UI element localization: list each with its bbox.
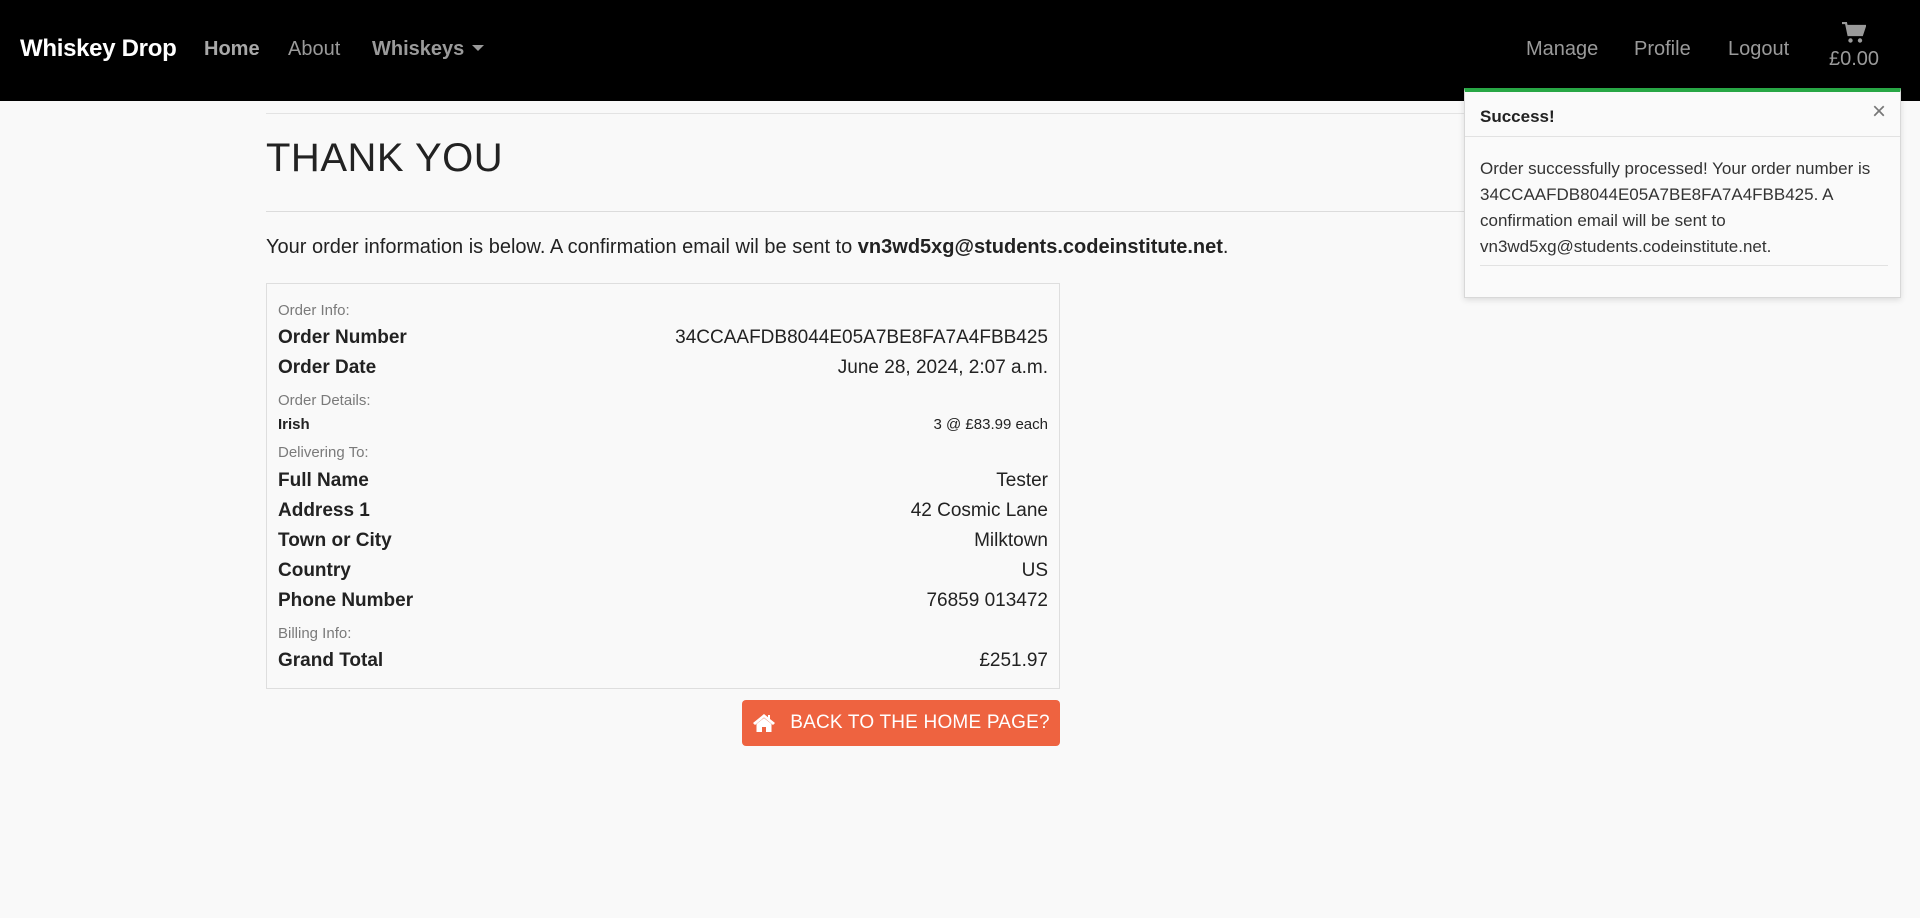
toast-title: Success!	[1480, 107, 1555, 126]
order-line-item: Irish 3 @ £83.99 each	[278, 416, 1048, 433]
order-date-value: June 28, 2024, 2:07 a.m.	[837, 357, 1048, 378]
order-number-value: 34CCAAFDB8044E05A7BE8FA7A4FBB425	[675, 327, 1048, 348]
order-info-label: Order Info:	[278, 302, 350, 319]
toast-divider	[1480, 265, 1888, 266]
full-name-value: Tester	[996, 470, 1048, 491]
page-title: THANK YOU	[266, 136, 504, 180]
back-to-home-label: BACK TO THE HOME PAGE?	[790, 712, 1050, 733]
address1-row: Address 1 42 Cosmic Lane	[278, 500, 1048, 522]
nav-manage-link[interactable]: Manage	[1526, 38, 1598, 61]
town-label: Town or City	[278, 530, 392, 551]
address1-label: Address 1	[278, 500, 370, 521]
top-navbar: Whiskey Drop Home About Whiskeys Manage …	[0, 0, 1920, 101]
order-summary-panel: Order Info: Order Number 34CCAAFDB8044E0…	[266, 283, 1060, 689]
country-row: Country US	[278, 560, 1048, 582]
delivering-label: Delivering To:	[278, 444, 369, 461]
phone-row: Phone Number 76859 013472	[278, 590, 1048, 612]
country-value: US	[1021, 560, 1048, 581]
cart-total: £0.00	[1828, 48, 1880, 70]
shopping-cart-icon	[1842, 22, 1866, 43]
line-item-qty-price: 3 @ £83.99 each	[933, 416, 1048, 433]
nav-about-link[interactable]: About	[288, 38, 340, 61]
phone-value: 76859 013472	[926, 590, 1048, 611]
order-number-row: Order Number 34CCAAFDB8044E05A7BE8FA7A4F…	[278, 327, 1048, 349]
line-item-name: Irish	[278, 416, 310, 433]
address1-value: 42 Cosmic Lane	[910, 500, 1048, 521]
toast-message: Order successfully processed! Your order…	[1480, 159, 1871, 256]
grand-total-value: £251.97	[979, 650, 1048, 671]
billing-label: Billing Info:	[278, 625, 352, 642]
town-row: Town or City Milktown	[278, 530, 1048, 552]
success-toast: Success! × Order successfully processed!…	[1464, 88, 1901, 298]
home-icon	[753, 714, 776, 732]
full-name-row: Full Name Tester	[278, 470, 1048, 492]
grand-total-row: Grand Total £251.97	[278, 650, 1048, 672]
caret-down-icon	[472, 45, 485, 51]
intro-prefix: Your order information is below. A confi…	[266, 236, 858, 258]
delivering-section: Delivering To:	[278, 444, 1048, 461]
nav-whiskeys-dropdown[interactable]: Whiskeys	[372, 38, 485, 61]
order-details-section: Order Details:	[278, 392, 1048, 409]
nav-home-link[interactable]: Home	[204, 38, 260, 61]
cart-link[interactable]: £0.00	[1826, 22, 1882, 71]
phone-label: Phone Number	[278, 590, 414, 611]
order-details-label: Order Details:	[278, 392, 371, 409]
close-icon[interactable]: ×	[1872, 100, 1886, 124]
order-number-label: Order Number	[278, 327, 407, 348]
billing-section: Billing Info:	[278, 625, 1048, 642]
title-divider	[266, 211, 1636, 212]
order-date-label: Order Date	[278, 357, 377, 378]
brand-logo-link[interactable]: Whiskey Drop	[20, 35, 177, 63]
top-divider	[266, 113, 1636, 114]
intro-text: Your order information is below. A confi…	[266, 236, 1228, 259]
nav-logout-link[interactable]: Logout	[1728, 38, 1789, 61]
back-to-home-button[interactable]: BACK TO THE HOME PAGE?	[742, 700, 1060, 746]
town-value: Milktown	[974, 530, 1048, 551]
intro-email: vn3wd5xg@students.codeinstitute.net	[857, 236, 1223, 258]
intro-suffix: .	[1222, 236, 1229, 258]
grand-total-label: Grand Total	[278, 650, 384, 671]
nav-whiskeys-label: Whiskeys	[372, 38, 465, 60]
order-info-section: Order Info:	[278, 302, 1048, 319]
country-label: Country	[278, 560, 351, 581]
nav-profile-link[interactable]: Profile	[1634, 38, 1691, 61]
full-name-label: Full Name	[278, 470, 369, 491]
toast-header: Success! ×	[1465, 92, 1900, 137]
order-date-row: Order Date June 28, 2024, 2:07 a.m.	[278, 357, 1048, 379]
